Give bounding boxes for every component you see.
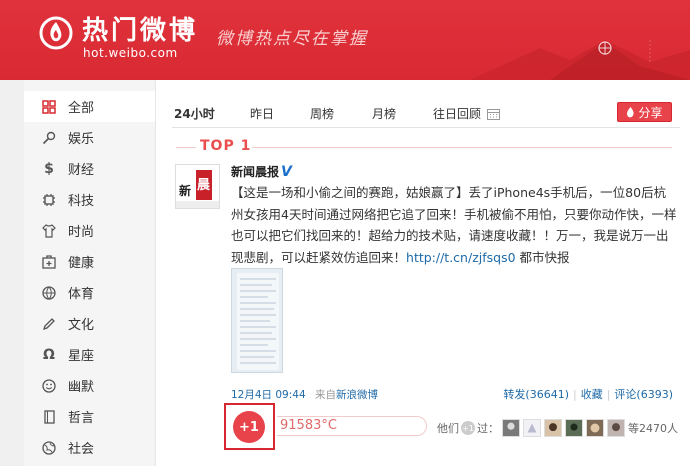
post-client[interactable]: 新浪微博	[336, 389, 378, 401]
sidebar-item-humor[interactable]: 幽默	[24, 370, 155, 401]
user-avatar[interactable]	[544, 419, 562, 437]
sidebar-item-label: 文化	[68, 318, 95, 333]
site-title[interactable]: 热门微博	[82, 10, 198, 47]
favorite-button[interactable]: 收藏	[581, 388, 603, 401]
user-avatar[interactable]	[502, 419, 520, 437]
pen-icon	[40, 315, 58, 333]
user-avatar[interactable]	[523, 419, 541, 437]
calendar-icon	[486, 109, 500, 120]
globe-icon	[40, 439, 58, 457]
shirt-icon	[40, 222, 58, 240]
svg-text:新: 新	[179, 183, 191, 198]
post-author[interactable]: 新闻晨报 V	[231, 163, 292, 180]
flame-icon	[627, 106, 635, 117]
medkit-icon	[40, 253, 58, 271]
post-link[interactable]: http://t.cn/zjfsqs0	[406, 250, 516, 265]
sidebar-item-label: 健康	[68, 256, 95, 271]
sidebar-item-entertainment[interactable]: 娱乐	[24, 122, 155, 153]
tab-history[interactable]: 往日回顾	[433, 105, 500, 122]
flame-logo-icon	[39, 16, 73, 50]
post-source: 都市快报	[519, 249, 570, 265]
sidebar-item-label: 娱乐	[68, 132, 95, 147]
svg-text:晨: 晨	[197, 178, 211, 193]
mountain-decoration-icon	[470, 40, 690, 80]
microphone-icon	[40, 129, 58, 147]
sidebar-item-label: 时尚	[68, 225, 95, 240]
rank-divider-left	[176, 147, 196, 148]
sidebar-item-label: 哲言	[68, 411, 95, 426]
site-slogan: 微博热点尽在掌握	[216, 29, 368, 49]
newspaper-logo-icon: 新 晨	[176, 165, 219, 208]
category-sidebar: 全部 娱乐 $ 财经 科技 时尚 健康 体育 文化 Ω 星座 幽默 哲言 社会	[24, 80, 156, 466]
sidebar-item-sports[interactable]: 体育	[24, 277, 155, 308]
sidebar-item-health[interactable]: 健康	[24, 246, 155, 277]
sidebar-item-quotes[interactable]: 哲言	[24, 401, 155, 432]
tab-history-label: 往日回顾	[433, 107, 482, 121]
from-label: 来自	[314, 389, 336, 401]
mini-plus-icon: +1	[461, 421, 475, 435]
book-icon	[40, 408, 58, 426]
post-meta: 12月4日 09:44 来自新浪微博	[231, 387, 378, 402]
site-url: hot.weibo.com	[83, 46, 178, 60]
tab-24h[interactable]: 24小时	[174, 105, 215, 122]
sidebar-item-label: 社会	[68, 442, 95, 457]
post-content: 【这是一场和小偷之间的赛跑，姑娘赢了】丢了iPhone4s手机后，一位80后杭州…	[231, 182, 677, 268]
rank-label: TOP 1	[200, 138, 252, 154]
share-button[interactable]: 分享	[617, 102, 672, 122]
sidebar-item-horoscope[interactable]: Ω 星座	[24, 339, 155, 370]
sidebar-item-label: 全部	[68, 101, 95, 116]
tab-weekly[interactable]: 周榜	[310, 105, 334, 122]
share-label: 分享	[638, 105, 663, 120]
smiley-icon	[40, 377, 58, 395]
ball-icon	[40, 284, 58, 302]
tab-monthly[interactable]: 月榜	[372, 105, 396, 122]
comment-button[interactable]: 评论(6393)	[614, 388, 673, 401]
chip-icon	[40, 191, 58, 209]
user-avatar[interactable]	[586, 419, 604, 437]
sidebar-item-culture[interactable]: 文化	[24, 308, 155, 339]
user-avatar[interactable]	[565, 419, 583, 437]
sidebar-item-label: 科技	[68, 194, 95, 209]
author-avatar[interactable]: 新 晨	[175, 164, 220, 209]
sidebar-item-label: 体育	[68, 287, 95, 302]
others-count[interactable]: 等2470人	[628, 420, 678, 436]
others-prefix: 他们	[437, 422, 459, 435]
sidebar-item-label: 幽默	[68, 380, 95, 395]
plus-one-button[interactable]: +1	[233, 411, 265, 443]
grid-icon	[40, 98, 58, 116]
others-mid: 过：	[477, 422, 499, 435]
sidebar-item-label: 财经	[68, 163, 95, 178]
verified-badge-icon: V	[281, 164, 292, 180]
post-actions: 转发(36641) | 收藏 | 评论(6393)	[503, 388, 673, 401]
author-name[interactable]: 新闻晨报	[231, 165, 279, 179]
rank-divider	[252, 147, 672, 148]
sidebar-item-fashion[interactable]: 时尚	[24, 215, 155, 246]
sidebar-item-finance[interactable]: $ 财经	[24, 153, 155, 184]
time-range-tabs: 24小时 昨日 周榜 月榜 往日回顾 分享	[172, 100, 680, 128]
tab-yesterday[interactable]: 昨日	[250, 105, 274, 122]
post-image-thumbnail[interactable]	[231, 268, 283, 373]
dollar-icon: $	[44, 160, 54, 177]
sidebar-item-tech[interactable]: 科技	[24, 184, 155, 215]
sidebar-item-label: 星座	[68, 349, 95, 364]
header-banner: 热门微博 hot.weibo.com 微博热点尽在掌握	[0, 0, 690, 80]
user-avatar[interactable]	[607, 419, 625, 437]
post-time[interactable]: 12月4日 09:44	[231, 389, 306, 401]
heat-temperature: 91583°C	[277, 416, 427, 436]
sidebar-item-society[interactable]: 社会	[24, 432, 155, 463]
screenshot-thumbnail-icon	[232, 269, 282, 372]
omega-icon: Ω	[43, 346, 55, 363]
plus-one-users: 他们 +1 过： 等2470人	[437, 419, 678, 437]
repost-button[interactable]: 转发(36641)	[503, 388, 569, 401]
sidebar-item-all[interactable]: 全部	[24, 91, 155, 122]
